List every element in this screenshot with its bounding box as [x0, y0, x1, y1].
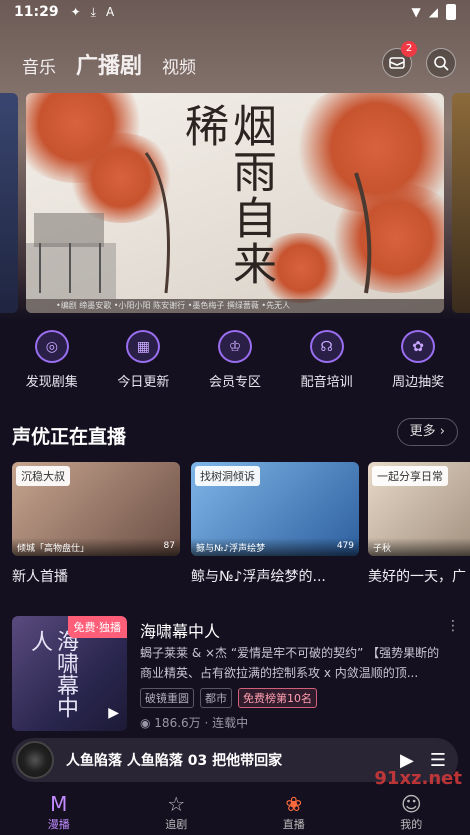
live-host: 鲸与№♪浮声绘梦: [196, 544, 266, 554]
quick-voice-training[interactable]: ☊ 配音培训: [287, 330, 367, 390]
live-info: 子秋: [368, 538, 470, 556]
live-host: 子秋: [373, 544, 392, 554]
drama-tag[interactable]: 都市: [200, 688, 232, 708]
live-more-button[interactable]: 更多 ›: [396, 418, 458, 446]
drama-meta: ◉ 186.6万 · 连载中: [140, 714, 248, 731]
download-icon: ⤓: [90, 4, 96, 19]
free-exclusive-badge: 免费·独播: [67, 616, 127, 638]
nav-label: 漫播: [47, 817, 70, 831]
live-viewer-count: 87: [163, 541, 175, 551]
live-thumbnail: 找树洞倾诉 鲸与№♪浮声绘梦 479: [191, 462, 359, 556]
quick-discover[interactable]: ◎ 发现剧集: [12, 330, 92, 390]
nav-label: 我的: [400, 817, 423, 831]
search-icon: [434, 56, 449, 71]
live-tag: 找树洞倾诉: [195, 466, 260, 486]
drama-description: 蝎子莱莱 & ×杰 “爱情是牢不可破的契约” 【强势果断的商业精英、占有欲拉满的…: [140, 646, 440, 680]
live-info: 倾城「高物盘仕」 87: [12, 538, 180, 556]
mail-icon: [389, 57, 405, 69]
quick-today-update[interactable]: ▦ 今日更新: [103, 330, 183, 390]
live-viewer-count: 479: [336, 541, 354, 551]
quick-label: 发现剧集: [25, 375, 78, 390]
site-watermark: 91xz.net: [374, 768, 462, 789]
font-icon: A: [105, 4, 115, 19]
tab-video[interactable]: 视频: [162, 53, 196, 84]
headset-icon: ☊: [309, 330, 344, 363]
banner-prev-peek[interactable]: [0, 93, 18, 313]
drama-rank-tag[interactable]: 免费榜第10名: [238, 688, 317, 708]
nav-home[interactable]: M 漫播: [12, 792, 106, 832]
message-badge: 2: [401, 41, 417, 57]
message-button[interactable]: 2: [382, 41, 417, 78]
live-icon: ❀: [285, 791, 303, 816]
live-caption: 新人首播: [12, 569, 68, 585]
live-card[interactable]: 一起分享日常 子秋 美好的一天，广: [368, 462, 470, 586]
system-icons: ▼ ◢: [412, 4, 456, 20]
star-icon: ☆: [167, 791, 186, 816]
home-icon: M: [50, 791, 68, 816]
live-thumbnail: 一起分享日常 子秋: [368, 462, 470, 556]
live-card[interactable]: 沉稳大叔 倾城「高物盘仕」 87 新人首播: [12, 462, 180, 586]
signal-icon: ◢: [428, 5, 438, 19]
nav-label: 追剧: [165, 817, 188, 831]
quick-actions: ◎ 发现剧集 ▦ 今日更新 ♔ 会员专区 ☊ 配音培训 ✿ 周边抽奖: [0, 330, 470, 390]
live-tag: 一起分享日常: [372, 466, 448, 486]
play-count-icon: ◉: [140, 716, 155, 730]
album-disc-icon[interactable]: [16, 741, 54, 779]
search-button[interactable]: [426, 48, 456, 78]
drama-cover[interactable]: 海啸幕中人 免费·独播 ▶: [12, 616, 127, 731]
nav-live[interactable]: ❀ 直播: [247, 792, 341, 832]
top-actions: 2: [382, 41, 456, 78]
live-caption: 美好的一天，广: [368, 569, 466, 585]
live-card[interactable]: 找树洞倾诉 鲸与№♪浮声绘梦 479 鲸与№♪浮声绘梦的...: [191, 462, 359, 586]
more-options-icon[interactable]: ⋮: [446, 618, 460, 634]
play-icon[interactable]: ▶: [108, 705, 119, 721]
drama-cover-title: 海啸幕中人: [27, 630, 78, 718]
live-thumbnail: 沉稳大叔 倾城「高物盘仕」 87: [12, 462, 180, 556]
now-playing-title: 人鱼陷落 人鱼陷落 03 把他带回家: [66, 753, 283, 769]
notification-icons: ✦ ⤓ A: [71, 5, 115, 20]
quick-label: 今日更新: [117, 375, 170, 390]
status-bar: 11:29 ✦ ⤓ A ▼ ◢: [0, 0, 470, 24]
tab-music[interactable]: 音乐: [22, 53, 56, 84]
quick-label: 配音培训: [300, 375, 353, 390]
quick-label: 周边抽奖: [392, 375, 445, 390]
drama-list-item[interactable]: 海啸幕中人 免费·独播 ▶ 海啸幕中人 ⋮ 蝎子莱莱 & ×杰 “爱情是牢不可破…: [12, 616, 462, 732]
calendar-icon: ▦: [126, 330, 161, 363]
battery-icon: [446, 4, 456, 20]
tab-radio-drama[interactable]: 广播剧: [76, 48, 142, 84]
merch-icon: ✿: [401, 330, 436, 363]
wifi-icon: ▼: [411, 5, 421, 19]
live-info: 鲸与№♪浮声绘梦 479: [191, 538, 359, 556]
nav-profile[interactable]: ☺ 我的: [364, 792, 458, 832]
live-list: 沉稳大叔 倾城「高物盘仕」 87 新人首播 找树洞倾诉 鲸与№♪浮声绘梦 479…: [12, 462, 470, 585]
banner-title: 烟雨自来稀: [177, 103, 276, 287]
quick-merch[interactable]: ✿ 周边抽奖: [378, 330, 458, 390]
live-host: 倾城「高物盘仕」: [17, 544, 90, 554]
banner-next-peek[interactable]: [452, 93, 470, 313]
drama-tags: 破镜重圆 都市 免费榜第10名: [140, 688, 317, 708]
nav-label: 直播: [282, 817, 305, 831]
vip-icon: ♔: [217, 330, 252, 363]
banner-carousel[interactable]: 烟雨自来稀 •编剧 缔墨安歌 •小阳小阳 陈安谢行 •墨色梅子 撰绿蔷薇 •先无…: [26, 93, 444, 313]
bottom-nav: M 漫播 ☆ 追剧 ❀ 直播 ☺ 我的: [0, 788, 470, 835]
nav-follow[interactable]: ☆ 追剧: [129, 792, 223, 832]
status-time: 11:29: [14, 4, 59, 20]
profile-icon: ☺: [400, 791, 422, 816]
live-section-title: 声优正在直播: [12, 426, 127, 448]
drama-stats: 186.6万 · 连载中: [154, 716, 249, 730]
quick-vip[interactable]: ♔ 会员专区: [195, 330, 275, 390]
live-tag: 沉稳大叔: [16, 466, 70, 486]
banner-credits: •编剧 缔墨安歌 •小阳小阳 陈安谢行 •墨色梅子 撰绿蔷薇 •先无人: [26, 299, 444, 313]
drama-title: 海啸幕中人: [140, 622, 221, 641]
app-notification-icon: ✦: [70, 4, 81, 19]
live-caption: 鲸与№♪浮声绘梦的...: [191, 569, 326, 585]
discover-icon: ◎: [34, 330, 69, 363]
drama-tag[interactable]: 破镜重圆: [140, 688, 194, 708]
quick-label: 会员专区: [208, 375, 261, 390]
